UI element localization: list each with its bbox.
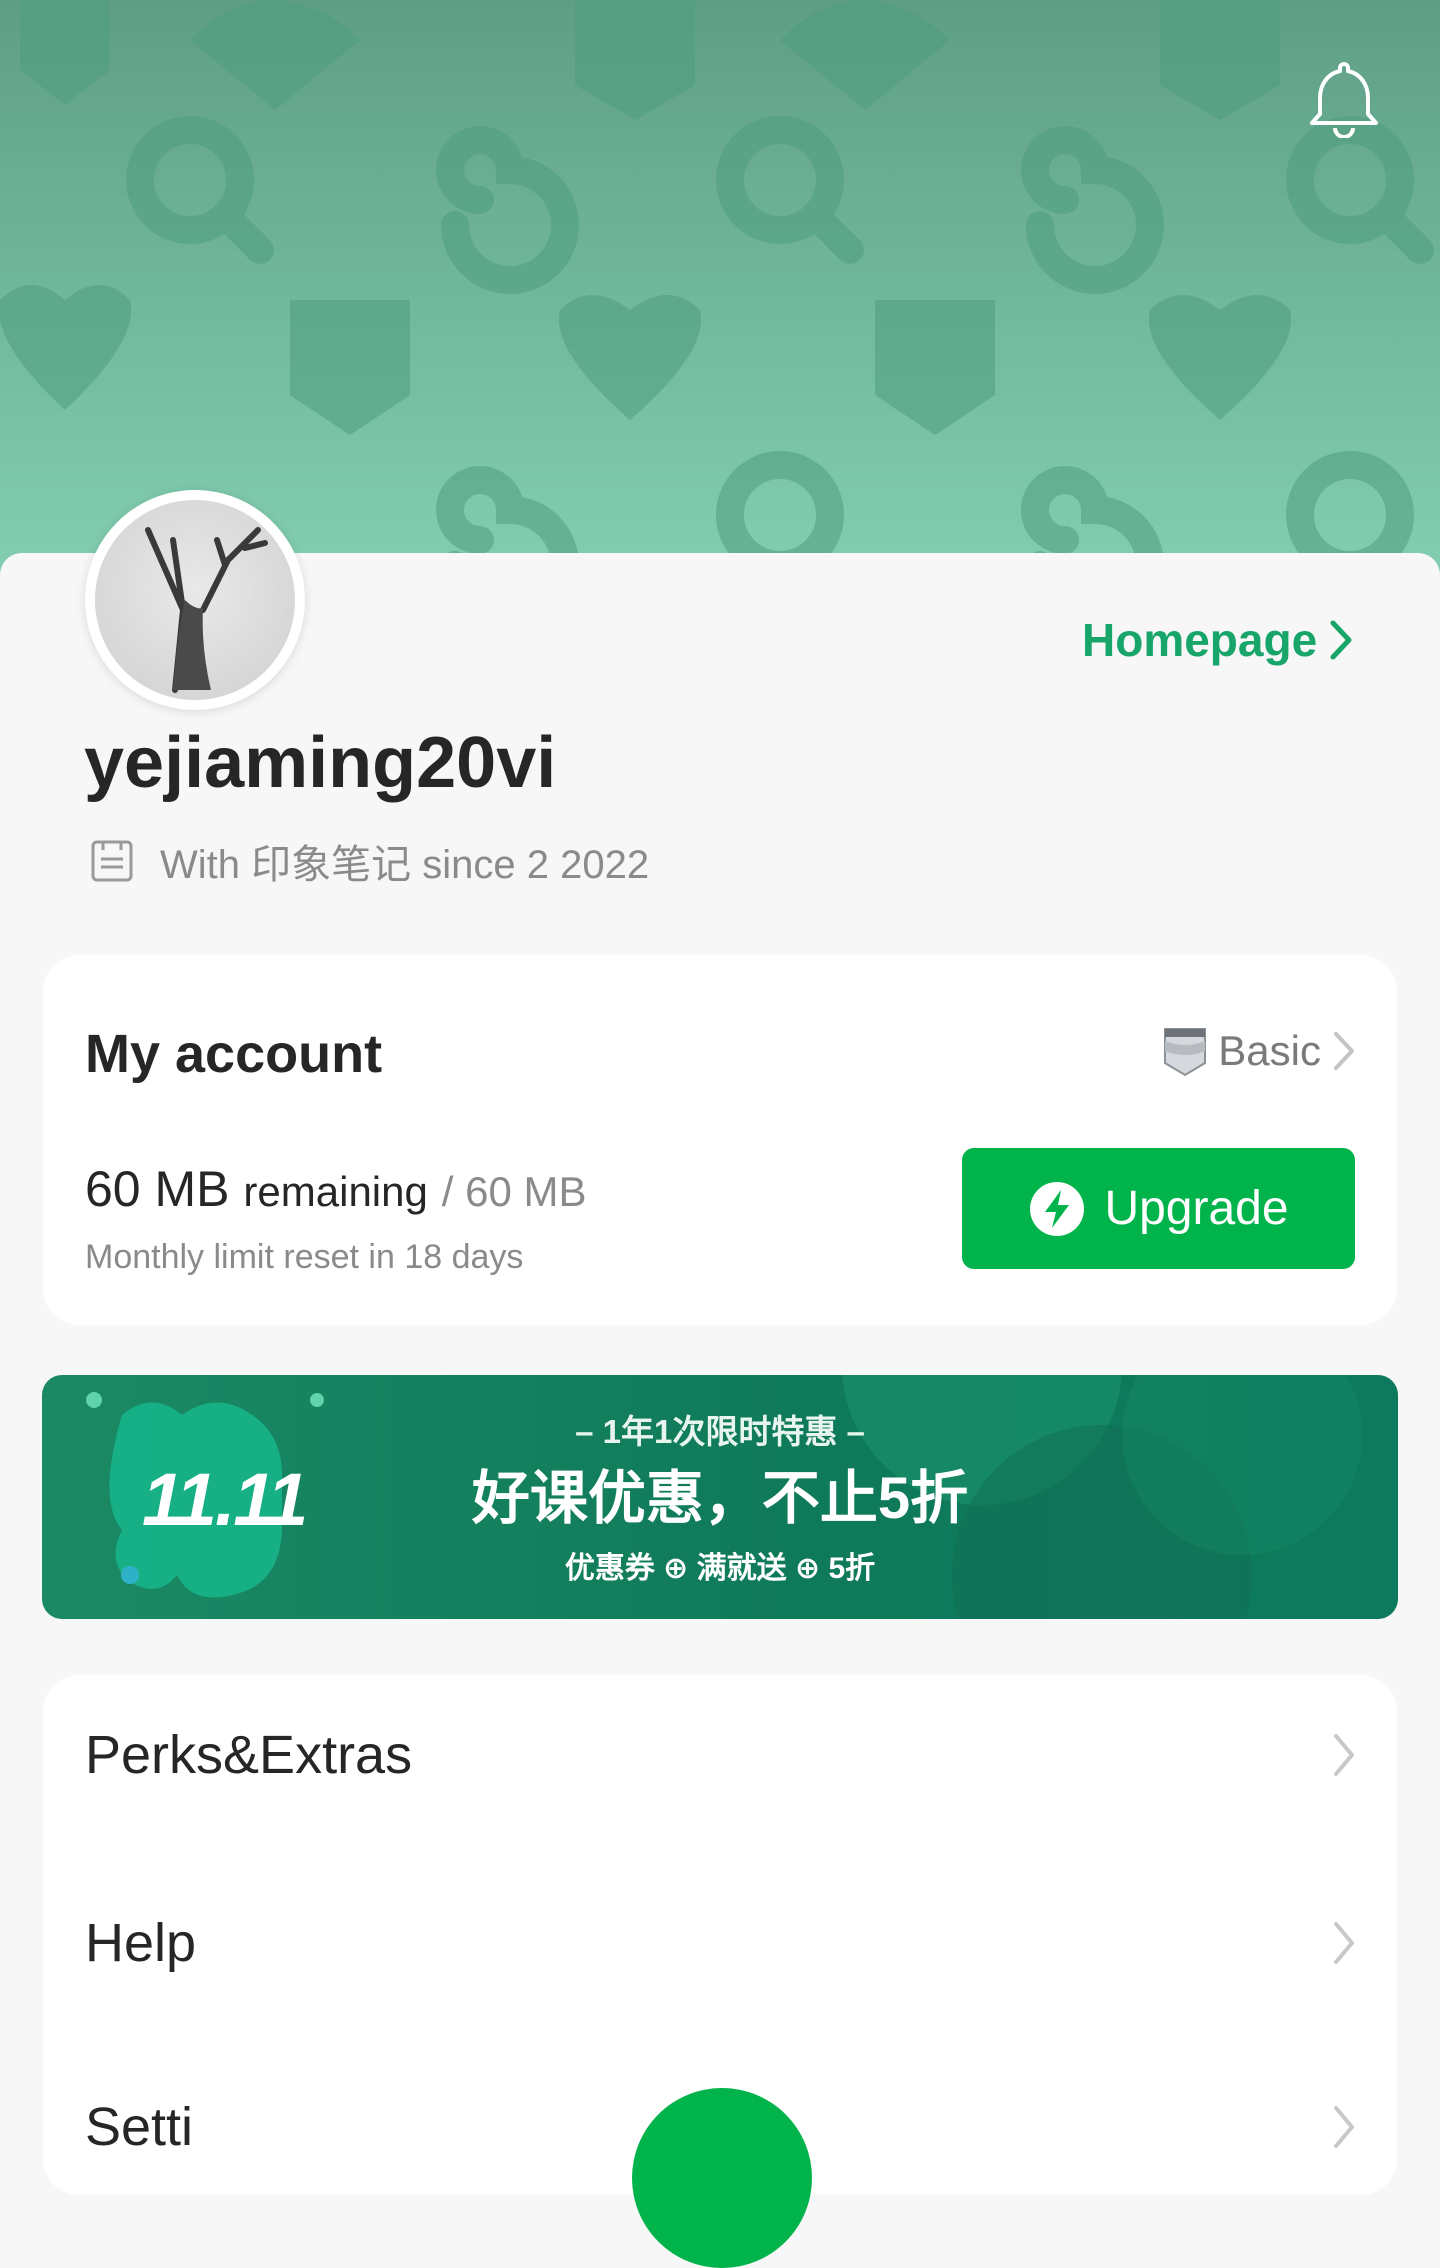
storage-remaining-value: 60 MB <box>85 1161 230 1217</box>
account-card[interactable]: My account Basic 60 MB remaining / 60 MB… <box>43 955 1397 1325</box>
plan-label: Basic <box>1218 1027 1321 1074</box>
chevron-right-icon <box>1330 620 1352 660</box>
lightning-icon <box>1030 1181 1085 1236</box>
chevron-right-icon <box>1334 2106 1354 2148</box>
account-title: My account <box>85 1024 383 1084</box>
member-since-text: With 印象笔记 since 2 2022 <box>160 843 650 887</box>
storage-total: / 60 MB <box>441 1168 587 1215</box>
basic-plan-icon <box>1164 1028 1207 1077</box>
banner-line-1: – 1年1次限时特惠 – <box>575 1413 865 1450</box>
banner-line-3: 优惠券 ⊕ 满就送 ⊕ 5折 <box>564 1552 876 1585</box>
menu-item-help[interactable]: Help <box>43 1863 1397 2023</box>
menu-item-perks[interactable]: Perks&Extras <box>43 1675 1397 1835</box>
chevron-right-icon <box>1334 1734 1354 1776</box>
banner-line-2: 好课优惠，不止5折 <box>471 1466 969 1531</box>
bell-icon[interactable] <box>1308 58 1380 138</box>
member-since: With 印象笔记 since 2 2022 <box>88 832 649 890</box>
homepage-link[interactable]: Homepage <box>1082 610 1353 670</box>
calendar-icon <box>91 840 133 882</box>
new-note-button[interactable] <box>632 2088 812 2268</box>
chevron-right-icon <box>1334 1032 1354 1070</box>
upgrade-label: Upgrade <box>1104 1182 1289 1235</box>
storage-remaining-label: remaining <box>243 1168 428 1215</box>
reset-note: Monthly limit reset in 18 days <box>85 1238 524 1276</box>
menu-item-label: Perks&Extras <box>85 1725 413 1785</box>
storage-summary: 60 MB remaining / 60 MB <box>85 1160 587 1218</box>
plan-link[interactable]: Basic <box>1162 1025 1357 1077</box>
username: yejiaming20vi <box>84 723 557 803</box>
avatar[interactable] <box>85 490 305 710</box>
homepage-label: Homepage <box>1082 614 1318 666</box>
upgrade-button[interactable]: Upgrade <box>962 1148 1355 1269</box>
promo-banner[interactable]: 11.11 – 1年1次限时特惠 – 好课优惠，不止5折 优惠券 ⊕ 满就送 ⊕… <box>42 1375 1398 1619</box>
tree-drawing-avatar <box>95 500 295 700</box>
menu-item-label: Help <box>85 1913 197 1973</box>
menu-item-label: Setti <box>85 2097 194 2157</box>
chevron-right-icon <box>1334 1922 1354 1964</box>
